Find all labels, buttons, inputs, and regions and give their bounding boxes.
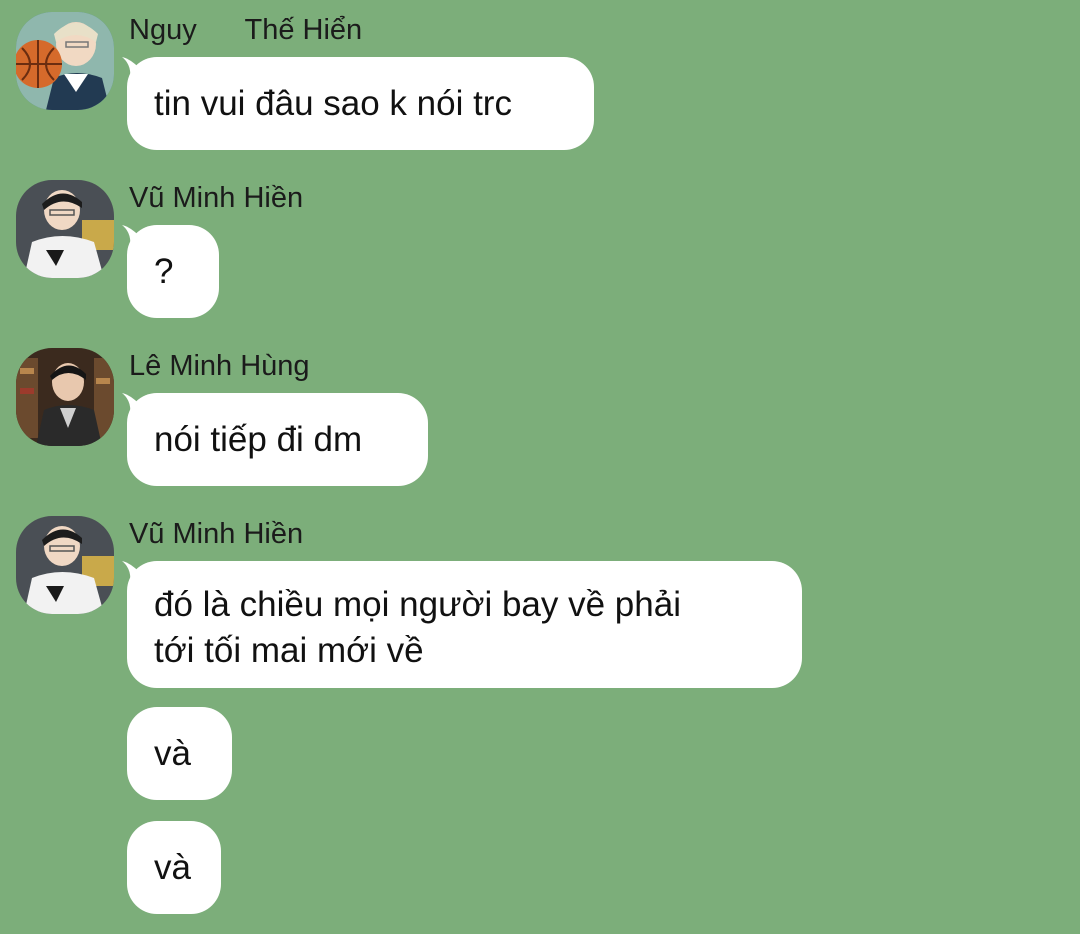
message-text-line: đó là chiều mọi người bay về phải bbox=[154, 585, 681, 624]
avatar-man-in-bookstore[interactable] bbox=[16, 348, 114, 446]
message-bubble[interactable]: và bbox=[127, 707, 232, 800]
message-bubble[interactable]: nói tiếp đi dm bbox=[127, 393, 428, 486]
sender-name: Vũ Minh Hiền bbox=[129, 518, 304, 550]
message-text: tin vui đâu sao k nói trc bbox=[154, 83, 512, 123]
message-bubble[interactable]: ? bbox=[127, 225, 219, 318]
message-text: nói tiếp đi dm bbox=[154, 419, 363, 459]
message-text: và bbox=[154, 847, 191, 887]
sender-name: Nguy Thế Hiển bbox=[129, 14, 363, 46]
message-text-line: tới tối mai mới về bbox=[154, 631, 424, 670]
message-bubble[interactable]: tin vui đâu sao k nói trc bbox=[127, 57, 594, 150]
avatar-basketball-player[interactable] bbox=[16, 12, 114, 110]
avatar-esports-player[interactable] bbox=[16, 516, 114, 614]
message-text: và bbox=[154, 733, 191, 773]
message-text: ? bbox=[154, 251, 174, 291]
avatar-esports-player[interactable] bbox=[16, 180, 114, 278]
sender-name: Lê Minh Hùng bbox=[129, 350, 310, 382]
message-bubble[interactable]: và bbox=[127, 821, 221, 914]
message-bubble[interactable]: đó là chiều mọi người bay về phải tới tố… bbox=[127, 561, 802, 688]
sender-name: Vũ Minh Hiền bbox=[129, 182, 304, 214]
